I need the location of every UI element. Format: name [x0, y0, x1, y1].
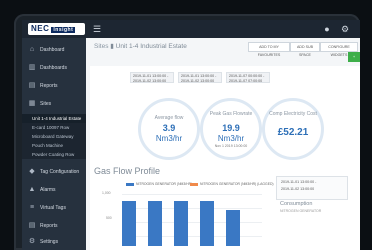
sidebar-item-label: Dashboard — [40, 47, 65, 53]
bell-icon: ▲ — [28, 186, 36, 193]
legend-swatch — [190, 182, 198, 186]
add-widget-button[interactable]: + — [348, 52, 360, 62]
breadcrumb-prefix[interactable]: Sites — [94, 43, 108, 50]
date-range-end: 2019-11-02 13:00:00 — [281, 187, 315, 191]
tablet-device: NEC Insight ☰ ● ⚙ ⌂ Dashboard ▥ Dashboards … — [0, 0, 372, 250]
home-icon: ⌂ — [29, 46, 35, 53]
building-icon: ▦ — [28, 100, 36, 107]
tag-icon: ◆ — [29, 168, 35, 175]
metric-average-flow: Average flow 3.9 Nm3/hr — [138, 98, 200, 160]
breadcrumb-current: Unit 1-4 Industrial Estate — [115, 43, 187, 50]
metric-title: Comp Electricity Cost — [269, 111, 317, 117]
sidebar-item-settings[interactable]: ⚙ Settings — [22, 234, 86, 250]
app-screen: NEC Insight ☰ ● ⚙ ⌂ Dashboard ▥ Dashboards … — [22, 20, 360, 250]
metric-title: Average flow — [154, 115, 184, 121]
consumption-title: Consumption — [280, 201, 313, 207]
sidebar-subitem[interactable]: Pouch Machine — [22, 141, 86, 150]
date-range-pill[interactable]: 2019-11-01 13:00:00 - 2019-11-02 13:00:0… — [178, 72, 222, 83]
date-range-pill[interactable]: 2019-11-01 13:00:00 - 2019-11-02 13:00:0… — [130, 72, 174, 83]
legend-label: NITROGEN GENERATOR (NM3/HR) — [136, 182, 193, 186]
date-range-pill[interactable]: 2019-11-07 00:00:00 - 2019-11-07 07:00:0… — [226, 72, 270, 83]
layers-icon: ≡ — [29, 204, 35, 211]
sidebar-item-tag-configuration[interactable]: ◆ Tag Configuration — [22, 164, 86, 180]
chart-bar[interactable] — [122, 201, 136, 246]
add-sub-space-button[interactable]: ADD SUB SPACE — [290, 42, 320, 57]
metric-value: 3.9 — [162, 123, 176, 133]
chart-bar[interactable] — [148, 201, 162, 246]
breadcrumb: Sites ▮ Unit 1-4 Industrial Estate — [94, 43, 187, 50]
metric-comp-electricity-cost: Comp Electricity Cost £52.21 — [262, 98, 324, 160]
add-to-favourites-button[interactable]: ADD TO MY FAVOURITES — [248, 42, 290, 57]
sidebar-item-reports-lower[interactable]: ▤ Reports — [22, 218, 86, 234]
user-icon[interactable]: ● — [322, 24, 332, 34]
sidebar-subitem[interactable]: Microboard Gateway — [22, 132, 86, 141]
document-icon: ▤ — [28, 82, 36, 89]
metric-value: £52.21 — [277, 127, 309, 138]
chart-icon: ▥ — [28, 64, 36, 71]
sidebar-item-alarms[interactable]: ▲ Alarms — [22, 182, 86, 198]
y-tick-label: 500 — [106, 216, 112, 220]
legend-swatch — [126, 182, 134, 186]
app-logo[interactable]: NEC Insight — [28, 23, 85, 35]
grid-line — [122, 194, 262, 195]
sidebar-item-sites[interactable]: ▦ Sites — [22, 96, 86, 112]
top-bar: NEC Insight ☰ ● ⚙ — [22, 20, 360, 38]
legend-label: NITROGEN GENERATOR (NM3/HR) (LAGGED) — [200, 182, 274, 186]
metric-note: Nov 1 2019 13:00:00 — [214, 144, 248, 148]
sidebar-subitem[interactable]: Powder Coating Row — [22, 150, 86, 159]
grid-line — [122, 208, 262, 209]
sidebar-item-label: Alarms — [40, 187, 56, 193]
sidebar-item-label: Virtual Tags — [40, 205, 66, 211]
metric-value: 19.9 — [222, 123, 240, 133]
gear-icon: ⚙ — [28, 238, 36, 245]
consumption-subtitle: NITROGEN GENERATOR — [280, 209, 322, 213]
metric-unit: Nm3/hr — [155, 134, 183, 143]
sidebar-item-label: Settings — [40, 239, 59, 245]
menu-icon[interactable]: ☰ — [92, 24, 102, 34]
sidebar-subitem[interactable]: E-card 10097 Row — [22, 123, 86, 132]
y-tick-label: 1,000 — [102, 191, 111, 195]
consumption-date-box[interactable]: 2019-11-01 13:00:00 - 2019-11-02 13:00:0… — [276, 176, 348, 200]
sidebar-item-label: Tag Configuration — [40, 169, 80, 175]
sidebar-item-label: Dashboards — [40, 65, 67, 71]
sidebar-item-label: Reports — [40, 223, 58, 229]
configure-widgets-button[interactable]: CONFIGURE WIDGETS — [320, 42, 358, 57]
gas-flow-title: Gas Flow Profile — [94, 166, 161, 176]
grid-line — [122, 222, 262, 223]
sidebar-item-label: Sites — [40, 101, 52, 107]
sidebar-item-reports[interactable]: ▤ Reports — [22, 78, 86, 94]
date-range-start: 2019-11-01 13:00:00 - — [281, 180, 317, 184]
sidebar-item-dashboard[interactable]: ⌂ Dashboard — [22, 42, 86, 58]
logo-subtext: Insight — [51, 27, 76, 33]
metric-peak-gas-flow: Peak Gas Flowrate 19.9 Nm3/hr Nov 1 2019… — [200, 98, 262, 160]
metric-unit: Nm3/hr — [217, 134, 245, 143]
sidebar-item-dashboards[interactable]: ▥ Dashboards — [22, 60, 86, 76]
sidebar-item-virtual-tags[interactable]: ≡ Virtual Tags — [22, 200, 86, 216]
chart-bar[interactable] — [174, 201, 188, 246]
document-icon: ▤ — [28, 222, 36, 229]
legend-item[interactable]: NITROGEN GENERATOR (NM3/HR) — [126, 182, 192, 186]
main-content: Sites ▮ Unit 1-4 Industrial Estate ADD T… — [86, 38, 360, 250]
sidebar-item-label: Reports — [40, 83, 58, 89]
sidebar: ⌂ Dashboard ▥ Dashboards ▤ Reports ▦ Sites U… — [22, 38, 86, 250]
chart-bar[interactable] — [200, 201, 214, 246]
logo-text: NEC — [31, 24, 50, 33]
sidebar-subitem-active[interactable]: Unit 1-4 Industrial Estate — [22, 114, 86, 123]
settings-icon[interactable]: ⚙ — [340, 24, 350, 34]
legend-item[interactable]: NITROGEN GENERATOR (NM3/HR) (LAGGED) — [190, 182, 274, 186]
grid-line — [122, 236, 262, 237]
metric-title: Peak Gas Flowrate — [209, 111, 253, 117]
chart-bar[interactable] — [226, 210, 240, 246]
